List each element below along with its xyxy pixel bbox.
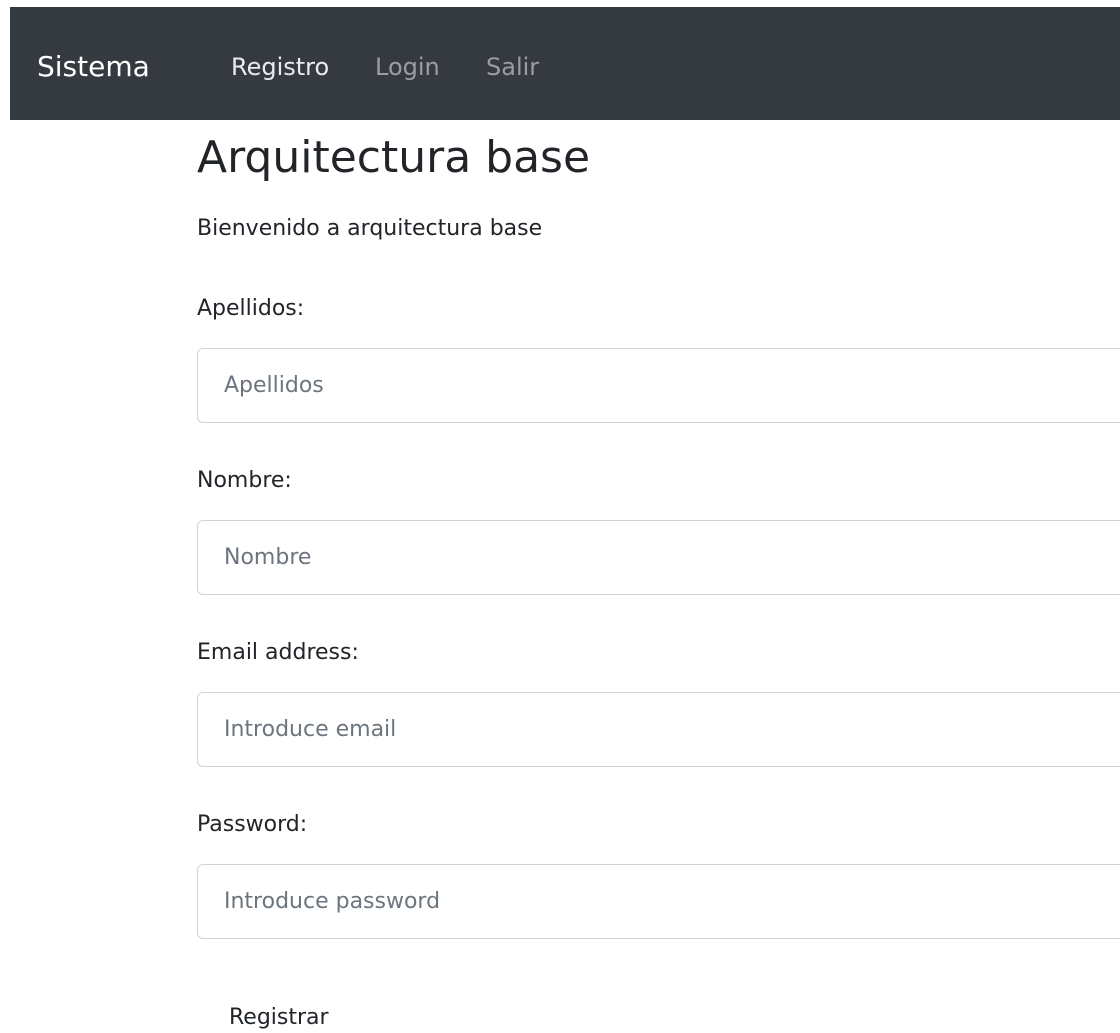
password-label: Password: [197, 812, 308, 837]
brand-link[interactable]: Sistema [37, 50, 150, 84]
email-input[interactable] [197, 692, 1120, 767]
welcome-text: Bienvenido a arquitectura base [197, 216, 543, 241]
nav-link-salir[interactable]: Salir [486, 52, 539, 82]
navbar: Sistema Registro Login Salir [10, 7, 1120, 120]
password-input[interactable] [197, 864, 1120, 939]
registrar-button[interactable]: Registrar [197, 1003, 361, 1033]
nav-link-registro[interactable]: Registro [231, 52, 329, 82]
page-title: Arquitectura base [197, 132, 591, 183]
email-label: Email address: [197, 640, 359, 665]
apellidos-label: Apellidos: [197, 296, 305, 321]
nombre-label: Nombre: [197, 468, 292, 493]
apellidos-input[interactable] [197, 348, 1120, 423]
nav-link-login[interactable]: Login [375, 52, 440, 82]
nombre-input[interactable] [197, 520, 1120, 595]
